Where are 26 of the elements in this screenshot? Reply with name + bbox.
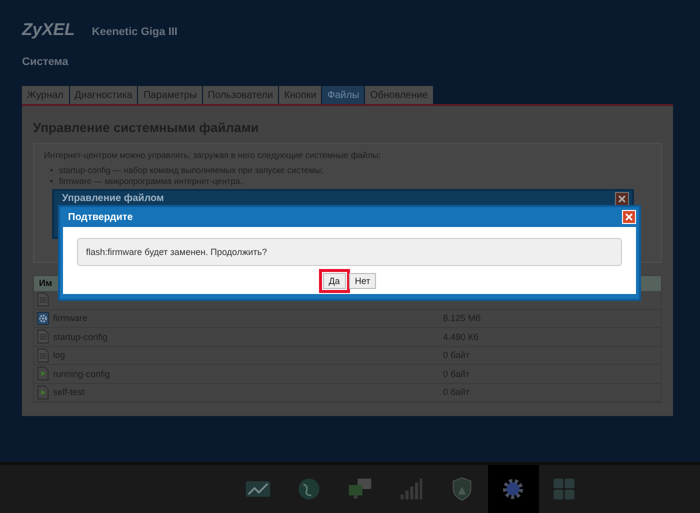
bullet-marker: • <box>50 165 53 176</box>
message-text: flash:firmware будет заменен. Продолжить? <box>86 247 267 257</box>
bullet-marker: • <box>50 176 53 187</box>
dialog-title: Подтвердите <box>68 212 133 222</box>
close-icon <box>624 212 634 222</box>
script-file-icon <box>37 384 49 400</box>
brand-logo: ZyXEL <box>22 20 75 40</box>
column-header: Им <box>39 278 52 288</box>
document-icon <box>37 348 49 363</box>
dialog-title: Управление файлом <box>62 193 164 204</box>
taskbar-button[interactable] <box>488 465 538 513</box>
signal-bars-icon <box>398 477 424 501</box>
document-icon <box>37 329 49 344</box>
document-icon <box>37 292 49 308</box>
close-icon <box>617 194 627 204</box>
dialog-button[interactable]: Нет <box>348 273 376 289</box>
globe-icon <box>296 477 322 501</box>
apps-grid-icon <box>551 477 577 501</box>
tab[interactable]: Файлы <box>322 86 364 104</box>
model-name: Keenetic Giga III <box>92 26 178 38</box>
computers-icon <box>347 477 373 501</box>
section-title: Система <box>22 56 70 68</box>
gear-icon <box>37 310 49 326</box>
script-file-icon <box>37 366 49 382</box>
settings-icon <box>500 477 526 501</box>
close-button[interactable] <box>615 192 629 206</box>
